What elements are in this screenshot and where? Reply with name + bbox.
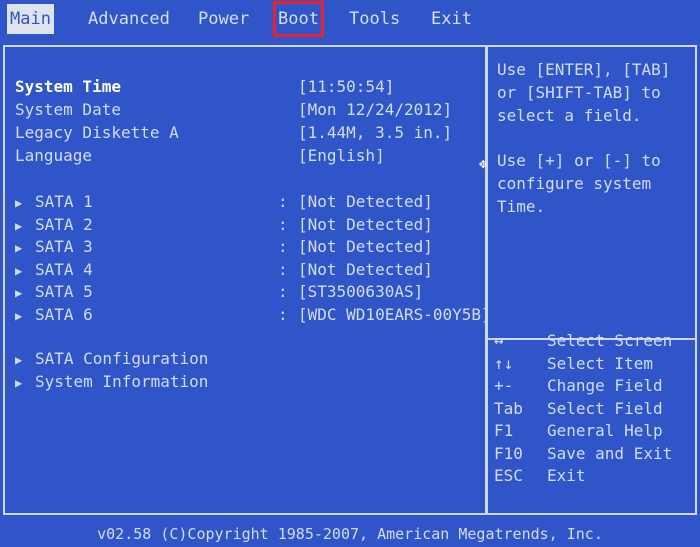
legend-row: ESC Exit (494, 465, 694, 488)
legend-row: Tab Select Field (494, 398, 694, 421)
system-time-row[interactable]: System Time [11:50:54] (15, 76, 394, 98)
legend-key: ↔ (494, 331, 504, 350)
legend-desc: Select Item (547, 353, 653, 373)
triangle-right-icon: ▶ (15, 196, 23, 210)
system-information-row[interactable]: ▶ System Information (15, 371, 208, 393)
legend-key: +- (494, 376, 514, 395)
system-date-row[interactable]: System Date [Mon 12/24/2012] (15, 99, 452, 121)
triangle-right-icon: ▶ (15, 219, 23, 233)
legacy-diskette-row[interactable]: Legacy Diskette A [1.44M, 3.5 in.] (15, 122, 452, 144)
language-value[interactable]: [English] (298, 145, 385, 167)
separator: : (278, 282, 288, 301)
tab-exit[interactable]: Exit (431, 6, 472, 32)
separator: : (278, 215, 288, 234)
copyright-footer: v02.58 (C)Copyright 1985-2007, American … (0, 521, 700, 547)
system-information-label: System Information (35, 372, 209, 391)
help-text-configure: Use [+] or [-] to configure system Time. (497, 151, 661, 216)
system-date-value[interactable]: [Mon 12/24/2012] (298, 99, 452, 121)
tab-tools[interactable]: Tools (349, 6, 400, 32)
sata-4-value: [Not Detected] (298, 260, 433, 279)
sata-6-label: SATA 6 (35, 305, 93, 324)
sata-5-row[interactable]: ▶ SATA 5 : [ST3500630AS] (15, 281, 423, 303)
sata-6-value: [WDC WD10EARS-00Y5B] (298, 305, 491, 324)
sata-4-row[interactable]: ▶ SATA 4 : [Not Detected] (15, 259, 433, 281)
legend-row: F10 Save and Exit (494, 443, 694, 466)
legend-key: ESC (494, 466, 523, 485)
tab-power[interactable]: Power (198, 6, 249, 32)
sata-configuration-row[interactable]: ▶ SATA Configuration (15, 348, 208, 370)
sata-configuration-label: SATA Configuration (35, 349, 209, 368)
language-row[interactable]: Language [English] (15, 145, 385, 167)
legend-desc: Select Screen (547, 331, 673, 350)
legend-row: ↔ Select Screen (494, 330, 694, 353)
legend-desc: Exit (547, 466, 586, 485)
legend-key: ↑↓ (494, 353, 514, 373)
separator: : (278, 305, 288, 324)
sata-3-value: [Not Detected] (298, 237, 433, 256)
triangle-right-icon: ▶ (15, 286, 23, 300)
legend-desc: Change Field (547, 376, 663, 395)
legend-row: +- Change Field (494, 375, 694, 398)
tab-advanced[interactable]: Advanced (88, 6, 170, 32)
sata-5-label: SATA 5 (35, 282, 93, 301)
separator: : (278, 192, 288, 211)
help-text-navigation: Use [ENTER], [TAB] or [SHIFT-TAB] to sel… (497, 60, 671, 125)
sata-3-row[interactable]: ▶ SATA 3 : [Not Detected] (15, 236, 433, 258)
triangle-right-icon: ▶ (15, 264, 23, 278)
legend-desc: Select Field (547, 398, 663, 418)
sata-6-row[interactable]: ▶ SATA 6 : [WDC WD10EARS-00Y5B] (15, 304, 491, 326)
menu-bar: Main Advanced Power Boot Tools Exit (0, 0, 700, 38)
sata-3-label: SATA 3 (35, 237, 93, 256)
separator: : (278, 260, 288, 279)
legend-row: F1 General Help (494, 420, 694, 443)
sata-2-value: [Not Detected] (298, 215, 433, 234)
legacy-diskette-value[interactable]: [1.44M, 3.5 in.] (298, 122, 452, 144)
sata-2-row[interactable]: ▶ SATA 2 : [Not Detected] (15, 214, 433, 236)
legend-key: Tab (494, 398, 523, 418)
tab-boot[interactable]: Boot (273, 1, 324, 37)
legend-desc: Save and Exit (547, 443, 673, 463)
sata-2-label: SATA 2 (35, 215, 93, 234)
system-time-value[interactable]: [11:50:54] (298, 76, 394, 98)
separator: : (278, 237, 288, 256)
legend-row: ↑↓ Select Item (494, 353, 694, 376)
legend-key: F10 (494, 443, 523, 463)
sata-1-label: SATA 1 (35, 192, 93, 211)
key-legend: ↔ Select Screen ↑↓ Select Item +- Change… (494, 330, 694, 488)
tab-main[interactable]: Main (7, 4, 54, 34)
triangle-right-icon: ▶ (15, 376, 23, 390)
triangle-right-icon: ▶ (15, 353, 23, 367)
system-time-label: System Time (15, 77, 121, 96)
legacy-diskette-label: Legacy Diskette A (15, 123, 179, 142)
triangle-right-icon: ▶ (15, 241, 23, 255)
move-cursor-icon: ✥ (479, 156, 488, 172)
triangle-right-icon: ▶ (15, 309, 23, 323)
sata-1-value: [Not Detected] (298, 192, 433, 211)
legend-desc: General Help (547, 421, 663, 440)
legend-key: F1 (494, 421, 514, 440)
system-date-label: System Date (15, 100, 121, 119)
language-label: Language (15, 146, 93, 165)
sata-5-value: [ST3500630AS] (298, 282, 424, 301)
sata-1-row[interactable]: ▶ SATA 1 : [Not Detected] (15, 191, 433, 213)
sata-4-label: SATA 4 (35, 260, 93, 279)
